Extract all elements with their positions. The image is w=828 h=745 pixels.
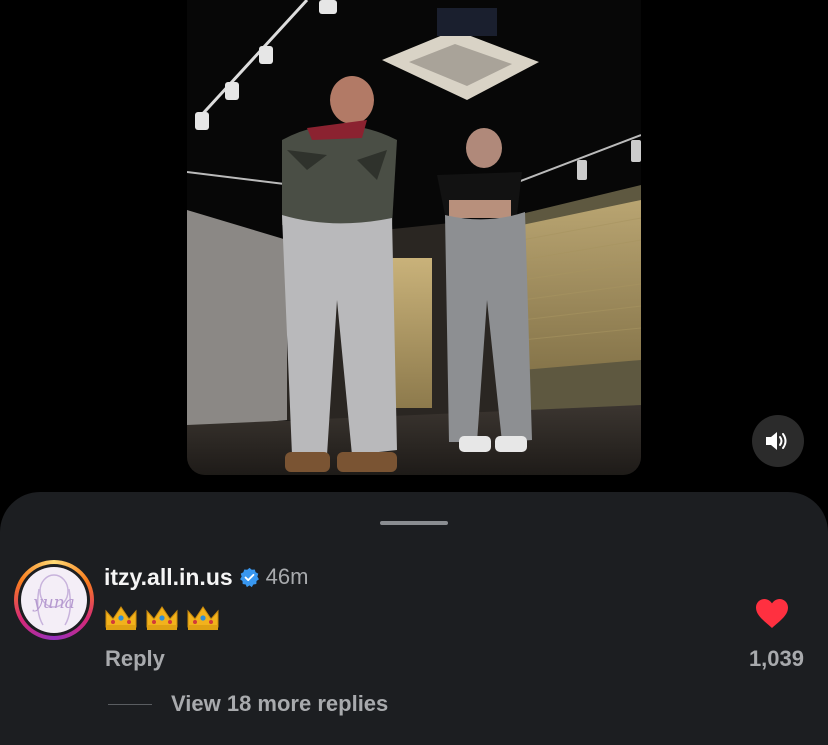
view-more-replies-button[interactable]: View 18 more replies (171, 691, 388, 717)
comment-text: 👑👑👑 (104, 601, 224, 633)
comment-username[interactable]: itzy.all.in.us (104, 564, 233, 591)
avatar-text: yuna (33, 593, 75, 613)
crown-emoji-text (105, 606, 219, 630)
like-count: 1,039 (748, 646, 804, 671)
video-player[interactable] (187, 0, 641, 475)
verified-badge-icon (239, 567, 259, 587)
video-frame (187, 0, 641, 475)
reply-button[interactable]: Reply (105, 646, 165, 672)
sheet-drag-handle[interactable] (380, 521, 448, 525)
comment-header: itzy.all.in.us 46m (104, 563, 308, 591)
mute-toggle-button[interactable] (752, 415, 804, 467)
heart-filled-icon[interactable] (755, 598, 789, 630)
comment-timestamp: 46m (265, 564, 309, 589)
replies-divider (108, 704, 152, 705)
avatar[interactable]: yuna (14, 560, 94, 640)
speaker-on-icon (766, 432, 787, 450)
